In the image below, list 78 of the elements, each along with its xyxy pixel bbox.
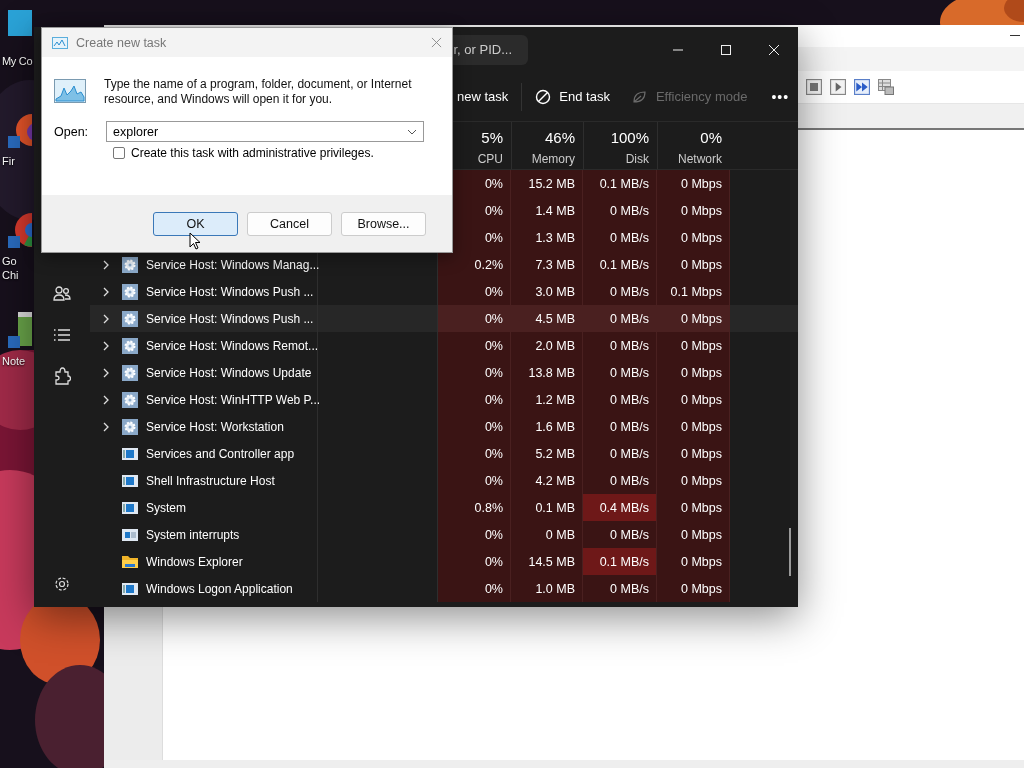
admin-checkbox-label: Create this task with administrative privileges. (131, 146, 374, 160)
cpu-cell: 0% (438, 440, 511, 467)
memory-cell: 1.0 MB (511, 575, 583, 602)
disk-cell: 0 MB/s (583, 467, 657, 494)
network-cell: 0.1 Mbps (657, 278, 730, 305)
open-label: Open: (54, 124, 90, 139)
process-name: Service Host: WinHTTP Web P... (146, 392, 321, 407)
memory-cell: 1.4 MB (511, 197, 583, 224)
memory-cell: 3.0 MB (511, 278, 583, 305)
network-cell: 0 Mbps (657, 548, 730, 575)
network-cell: 0 Mbps (657, 521, 730, 548)
process-name: System (146, 500, 186, 515)
memory-cell: 0 MB (511, 521, 583, 548)
memory-cell: 4.2 MB (511, 467, 583, 494)
network-cell: 0 Mbps (657, 386, 730, 413)
process-name: Shell Infrastructure Host (146, 473, 275, 488)
process-name: Windows Logon Application (146, 581, 293, 596)
cpu-cell: 0% (438, 332, 511, 359)
memory-cell: 13.8 MB (511, 359, 583, 386)
cpu-cell: 0% (438, 386, 511, 413)
memory-cell: 7.3 MB (511, 251, 583, 278)
process-name: Service Host: Windows Manag... (146, 257, 320, 272)
memory-cell: 1.2 MB (511, 386, 583, 413)
disk-cell: 0 MB/s (583, 521, 657, 548)
process-name: System interrupts (146, 527, 240, 542)
process-name: Services and Controller app (146, 446, 295, 461)
network-cell: 0 Mbps (657, 575, 730, 602)
cpu-cell: 0% (438, 305, 511, 332)
dialog-message: Type the name of a program, folder, document, or Internet resource, and Windows will open it for you. (104, 77, 413, 107)
memory-cell: 15.2 MB (511, 170, 583, 197)
disk-cell: 0 MB/s (583, 197, 657, 224)
memory-cell: 14.5 MB (511, 548, 583, 575)
disk-cell: 0.1 MB/s (583, 548, 657, 575)
network-cell: 0 Mbps (657, 197, 730, 224)
disk-cell: 0.4 MB/s (583, 494, 657, 521)
cpu-cell: 0% (438, 548, 511, 575)
network-cell: 0 Mbps (657, 440, 730, 467)
network-cell: 0 Mbps (657, 170, 730, 197)
memory-cell: 1.6 MB (511, 413, 583, 440)
disk-cell: 0 MB/s (583, 332, 657, 359)
disk-cell: 0 MB/s (583, 386, 657, 413)
process-name: Windows Explorer (146, 554, 243, 569)
disk-cell: 0 MB/s (583, 413, 657, 440)
network-cell: 0 Mbps (657, 494, 730, 521)
memory-cell: 5.2 MB (511, 440, 583, 467)
cpu-cell: 0.2% (438, 251, 511, 278)
memory-cell: 1.3 MB (511, 224, 583, 251)
dialog-title: Create new task (76, 35, 167, 50)
network-cell: 0 Mbps (657, 305, 730, 332)
disk-cell: 0 MB/s (583, 224, 657, 251)
memory-cell: 2.0 MB (511, 332, 583, 359)
cpu-cell: 0% (438, 359, 511, 386)
cpu-cell: 0.8% (438, 494, 511, 521)
cpu-cell: 0% (438, 278, 511, 305)
process-name: Service Host: Windows Update (146, 365, 312, 380)
network-cell: 0 Mbps (657, 332, 730, 359)
cpu-cell: 0% (438, 413, 511, 440)
cpu-cell: 0% (438, 575, 511, 602)
memory-cell: 0.1 MB (511, 494, 583, 521)
cpu-cell: 0% (438, 521, 511, 548)
network-cell: 0 Mbps (657, 224, 730, 251)
process-name: Service Host: Windows Push ... (146, 284, 314, 299)
process-name: Service Host: Windows Push ... (146, 311, 314, 326)
disk-cell: 0 MB/s (583, 305, 657, 332)
memory-cell: 4.5 MB (511, 305, 583, 332)
disk-cell: 0 MB/s (583, 440, 657, 467)
disk-cell: 0 MB/s (583, 359, 657, 386)
disk-cell: 0 MB/s (583, 575, 657, 602)
disk-cell: 0.1 MB/s (583, 170, 657, 197)
network-cell: 0 Mbps (657, 359, 730, 386)
network-cell: 0 Mbps (657, 413, 730, 440)
disk-cell: 0 MB/s (583, 278, 657, 305)
disk-cell: 0.1 MB/s (583, 251, 657, 278)
process-name: Service Host: Workstation (146, 419, 284, 434)
network-cell: 0 Mbps (657, 467, 730, 494)
process-name: Service Host: Windows Remot... (146, 338, 319, 353)
network-cell: 0 Mbps (657, 251, 730, 278)
cpu-cell: 0% (438, 467, 511, 494)
